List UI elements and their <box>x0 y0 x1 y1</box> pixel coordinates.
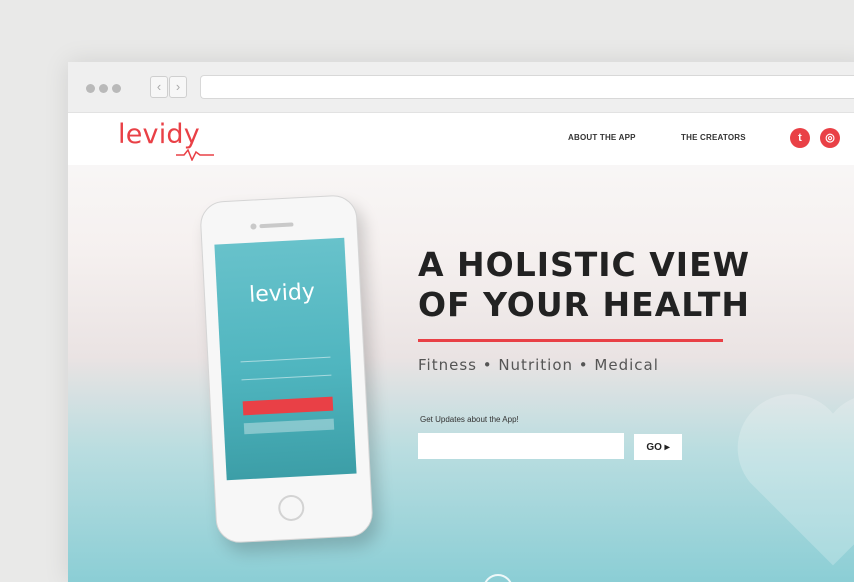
screen-input-line <box>240 356 331 363</box>
screen-login-button <box>242 396 334 416</box>
home-button <box>277 494 305 522</box>
nav-creators-link[interactable]: THE CREATORS <box>681 133 746 142</box>
hero-text: A HOLISTIC VIEW OF YOUR HEALTH Fitness •… <box>418 245 750 374</box>
back-icon[interactable]: ‹ <box>150 76 168 98</box>
hero-subtitle: Fitness • Nutrition • Medical <box>418 356 659 374</box>
browser-toolbar: ‹ › <box>68 62 854 113</box>
nav-about-link[interactable]: ABOUT THE APP <box>568 133 636 142</box>
camera-icon <box>250 223 257 230</box>
phone-screen: levidy <box>214 237 357 481</box>
chevrons-down-icon[interactable]: ︾ <box>483 574 513 582</box>
forward-icon[interactable]: › <box>169 76 187 98</box>
hero-divider <box>418 339 723 342</box>
go-button[interactable]: GO ▸ <box>634 434 682 460</box>
hero-title-line2: OF YOUR HEALTH <box>418 285 750 324</box>
screen-input-line <box>241 374 332 381</box>
heart-background-icon <box>737 394 854 566</box>
top-navigation: levidy ABOUT THE APP THE CREATORS t ◎ <box>68 113 854 165</box>
signup-label: Get Updates about the App! <box>420 415 519 424</box>
hero-title-line1: A HOLISTIC VIEW <box>418 245 751 284</box>
instagram-icon[interactable]: ◎ <box>820 128 840 148</box>
landing-page: levidy ABOUT THE APP THE CREATORS t ◎ le… <box>68 113 854 582</box>
heartbeat-icon <box>176 149 214 161</box>
address-bar[interactable] <box>200 75 854 99</box>
window-dot[interactable] <box>99 84 108 93</box>
phone-screen-logo: levidy <box>248 279 316 308</box>
phone-mockup: levidy <box>199 194 374 544</box>
speaker-grille <box>259 222 294 229</box>
window-dot[interactable] <box>112 84 121 93</box>
twitter-icon[interactable]: t <box>790 128 810 148</box>
window-dot[interactable] <box>86 84 95 93</box>
browser-window: ‹ › levidy ABOUT THE APP THE CREATORS t … <box>68 62 854 582</box>
email-input[interactable] <box>418 433 624 459</box>
brand-logo[interactable]: levidy <box>118 119 200 150</box>
screen-secondary-button <box>243 418 335 435</box>
